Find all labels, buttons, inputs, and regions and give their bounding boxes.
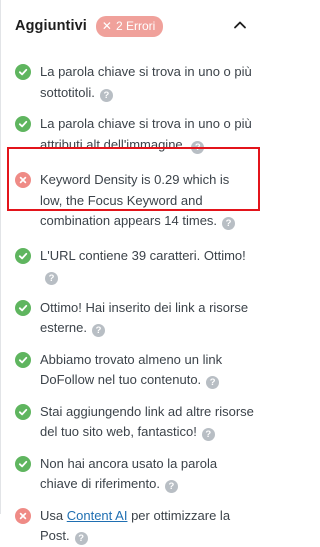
check-text: Abbiamo trovato almeno un link DoFollow … xyxy=(40,351,223,388)
check-text: La parola chiave si trova in uno o più s… xyxy=(40,64,252,100)
check-icon xyxy=(15,299,31,316)
content-ai-link[interactable]: Content AI xyxy=(67,508,128,523)
check-text-prefix: Usa xyxy=(40,507,67,523)
section-header[interactable]: Aggiuntivi ✕ 2 Errori xyxy=(15,13,253,39)
seo-additional-panel: Aggiuntivi ✕ 2 Errori La parola chiave s… xyxy=(0,0,267,546)
help-icon[interactable]: ? xyxy=(91,324,105,338)
check-item: La parola chiave si trova in uno o più s… xyxy=(15,62,255,103)
check-icon xyxy=(15,455,31,472)
check-text: L'URL contiene 39 caratteri. Ottimo! xyxy=(40,247,246,263)
close-icon: ✕ xyxy=(101,19,112,33)
check-item: La parola chiave si trova in uno o più a… xyxy=(15,114,255,155)
check-item: Usa Content AI per ottimizzare la Post.? xyxy=(15,506,255,547)
check-item-highlighted: Keyword Density is 0.29 which is low, th… xyxy=(15,170,255,232)
check-item: Non hai ancora usato la parola chiave di… xyxy=(15,454,255,495)
help-icon[interactable]: ? xyxy=(164,480,178,494)
help-icon[interactable]: ? xyxy=(191,140,205,154)
help-icon[interactable]: ? xyxy=(74,532,88,546)
check-icon xyxy=(15,64,31,80)
error-count-label: 2 Errori xyxy=(115,19,156,33)
help-icon[interactable]: ? xyxy=(99,88,113,102)
check-text: Stai aggiungendo link ad altre risorse d… xyxy=(40,403,254,440)
check-item: Stai aggiungendo link ad altre risorse d… xyxy=(15,402,255,443)
check-item: Ottimo! Hai inserito dei link a risorse … xyxy=(15,298,255,339)
error-count-badge: ✕ 2 Errori xyxy=(95,15,164,37)
error-icon xyxy=(15,507,31,524)
check-text: Non hai ancora usato la parola chiave di… xyxy=(40,455,218,492)
check-icon xyxy=(15,247,31,264)
check-icon xyxy=(15,351,31,368)
help-icon[interactable]: ? xyxy=(45,272,58,286)
error-icon xyxy=(15,172,31,188)
chevron-up-icon[interactable] xyxy=(233,18,247,32)
check-text: La parola chiave si trova in uno o più a… xyxy=(40,116,252,152)
check-icon xyxy=(15,403,31,420)
check-text: Keyword Density is 0.29 which is low, th… xyxy=(40,172,230,228)
help-icon[interactable]: ? xyxy=(222,217,236,231)
check-icon xyxy=(15,116,31,132)
check-list: La parola chiave si trova in uno o più s… xyxy=(15,62,255,547)
check-text: Ottimo! Hai inserito dei link a risorse … xyxy=(40,299,249,336)
help-icon[interactable]: ? xyxy=(201,428,215,442)
help-icon[interactable]: ? xyxy=(206,376,220,390)
check-item: Abbiamo trovato almeno un link DoFollow … xyxy=(15,350,255,391)
check-item: L'URL contiene 39 caratteri. Ottimo!? xyxy=(15,246,255,287)
section-title: Aggiuntivi xyxy=(15,18,87,34)
